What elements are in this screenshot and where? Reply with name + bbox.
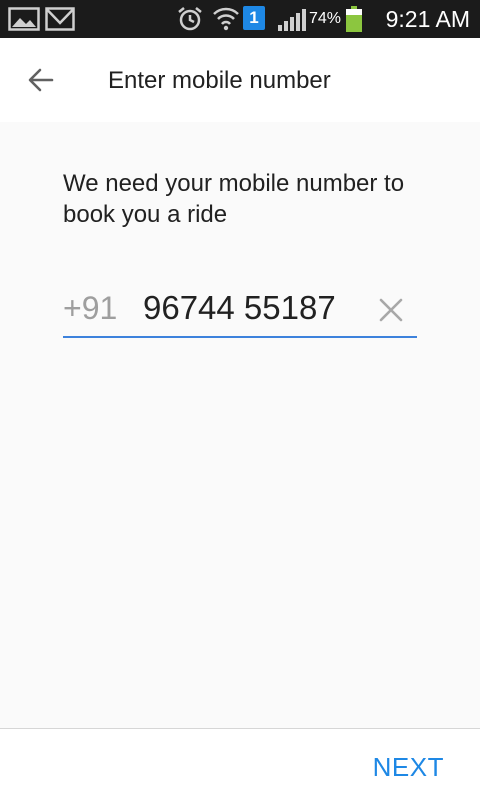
signal-icon [278, 9, 306, 31]
back-button[interactable] [22, 62, 62, 98]
phone-number-input[interactable] [143, 288, 363, 328]
page-title: Enter mobile number [108, 67, 331, 94]
status-time: 9:21 AM [385, 6, 470, 32]
footer-bar: NEXT [0, 728, 480, 800]
close-icon [379, 298, 403, 322]
gallery-icon [8, 7, 40, 31]
clear-button[interactable] [375, 294, 407, 326]
arrow-left-icon [28, 68, 54, 92]
notification-badge: 1 [243, 6, 265, 30]
battery-percent: 74% [309, 10, 342, 27]
wifi-icon [213, 7, 239, 31]
instruction-text: We need your mobile number to book you a… [63, 170, 405, 228]
input-underline [63, 336, 417, 338]
mail-icon [45, 7, 75, 31]
battery-icon [346, 6, 362, 32]
alarm-icon [178, 7, 202, 31]
next-button[interactable]: NEXT [373, 751, 444, 783]
status-bar: 1 74% 9:21 AM [0, 0, 480, 38]
country-code[interactable]: +91 [63, 288, 117, 328]
app-bar: Enter mobile number [0, 38, 480, 122]
phone-number-field: +91 [63, 280, 417, 340]
